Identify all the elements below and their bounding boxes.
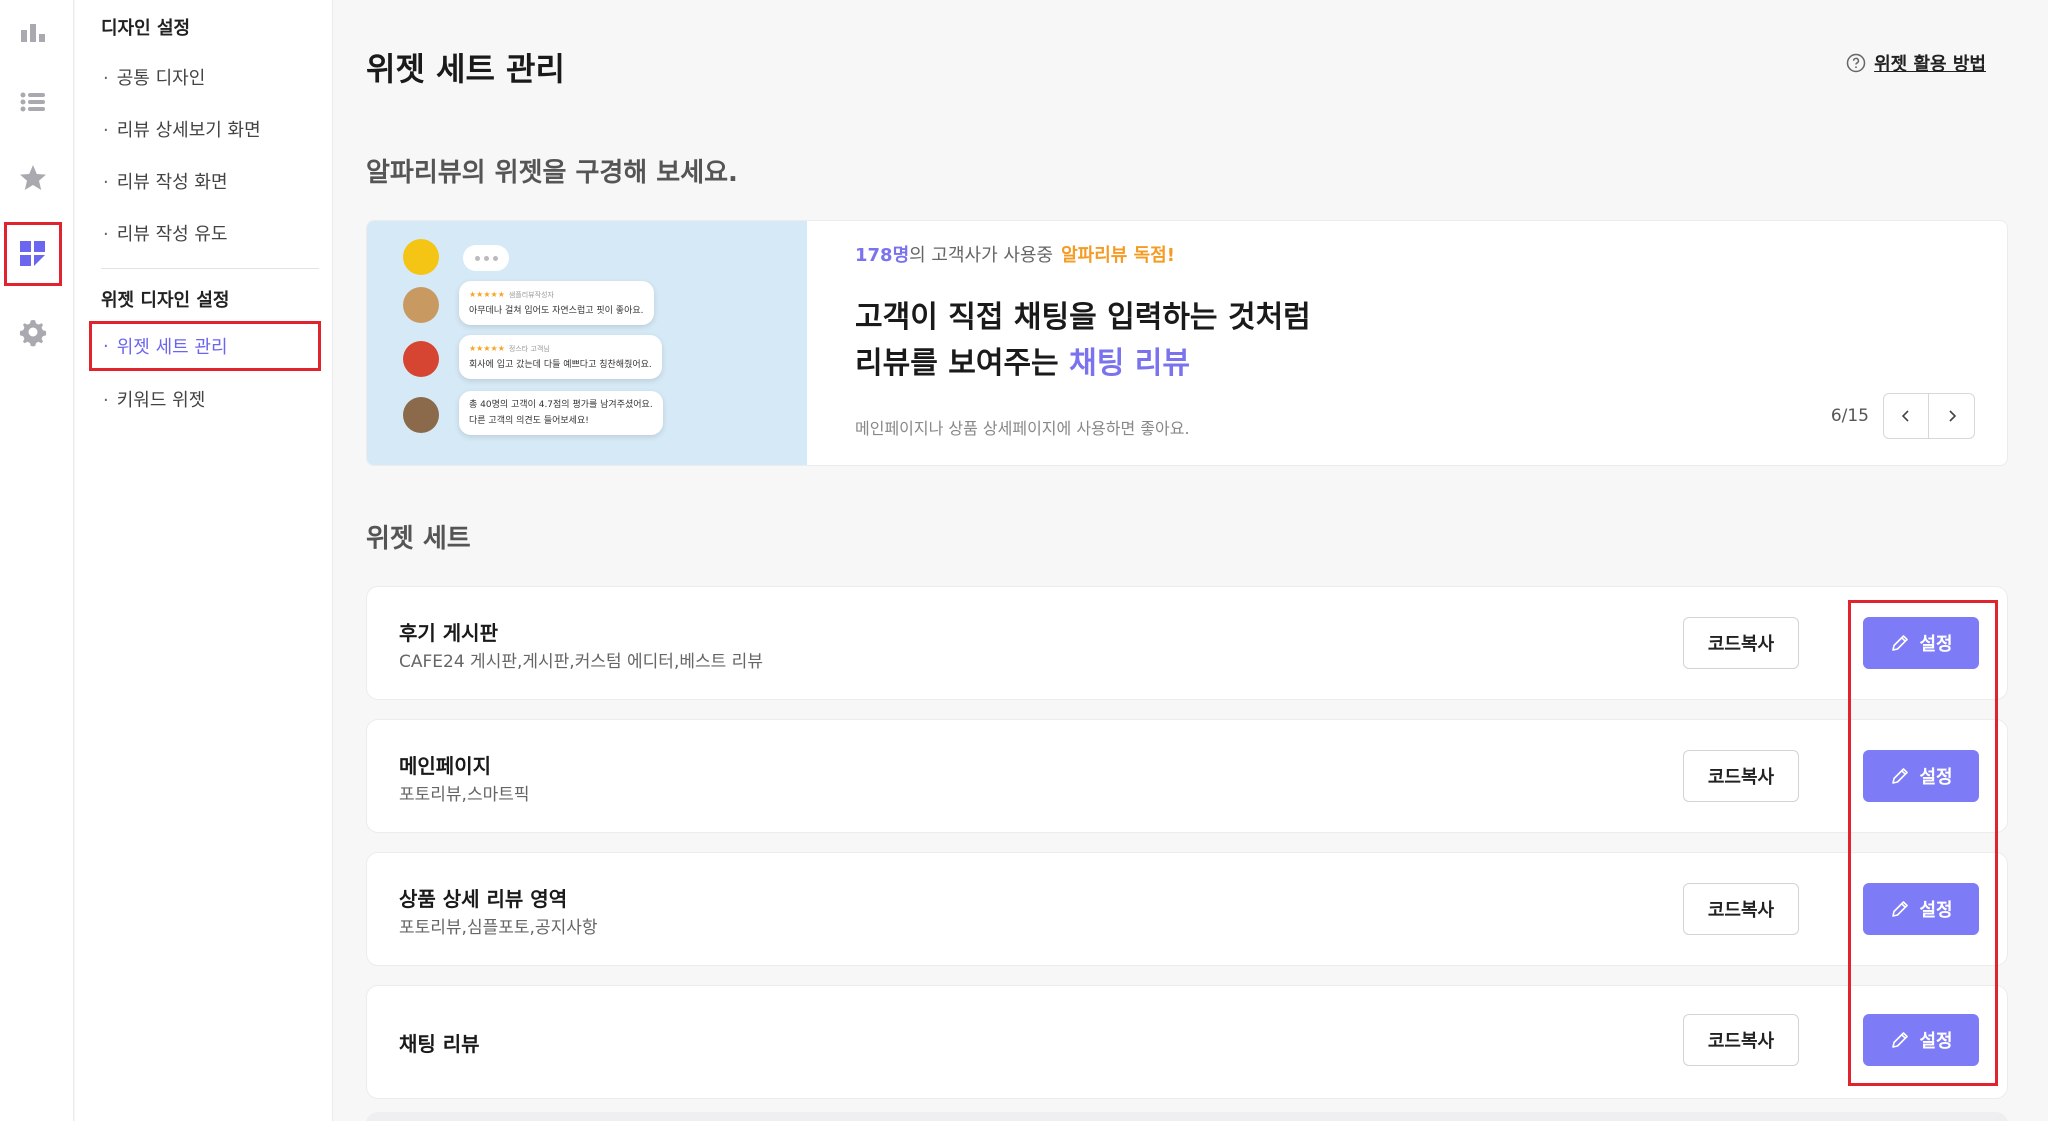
rail-item-settings[interactable] [4,300,62,364]
showcase-heading: 알파리뷰의 위젯을 구경해 보세요. [366,158,738,188]
list-icon [20,92,45,112]
menu-item-common-design[interactable]: · 공통 디자인 [103,64,205,90]
typing-indicator [463,245,509,271]
chat-review-preview-image: ★★★★★ 샘플리뷰작성자 아무데나 걸쳐 입어도 자연스럽고 핏이 좋아요. ★… [367,221,807,465]
banner-pager: 6/15 [1831,393,1975,439]
settings-buttons-highlight [1848,600,1998,1086]
banner-text: 178명의 고객사가 사용중 알파리뷰 독점! 고객이 직접 채팅을 입력하는 것… [855,241,1311,387]
chevron-right-icon [1948,410,1956,422]
widget-card-subtitle: CAFE24 게시판,게시판,커스텀 에디터,베스트 리뷰 [399,652,763,672]
rail-item-dashboard[interactable] [4,0,62,64]
gear-icon [19,320,47,347]
menu-item-keyword-widget[interactable]: · 키워드 위젯 [103,386,205,412]
chevron-left-icon [1901,410,1909,422]
widget-card-subtitle: 포토리뷰,심플포토,공지사항 [399,918,598,938]
copy-code-button[interactable]: 코드복사 [1683,617,1799,669]
main-content: 위젯 세트 관리 위젯 활용 방법 알파리뷰의 위젯을 구경해 보세요. ★★★… [334,0,2048,1121]
widget-card-product-detail: 상품 상세 리뷰 영역 포토리뷰,심플포토,공지사항 코드복사 설정 [366,852,2008,966]
page-title: 위젯 세트 관리 [366,50,565,88]
banner-headline: 고객이 직접 채팅을 입력하는 것처럼 리뷰를 보여주는 채팅 리뷰 [855,300,1311,381]
copy-code-button[interactable]: 코드복사 [1683,883,1799,935]
pager-prev-button[interactable] [1883,393,1929,439]
widget-card-title: 메인페이지 [399,754,491,778]
widget-card-title: 채팅 리뷰 [399,1032,480,1056]
banner-stat: 178명의 고객사가 사용중 알파리뷰 독점! [855,245,1175,266]
widget-card-title: 후기 게시판 [399,621,498,645]
menu-item-widget-set[interactable]: · 위젯 세트 관리 [89,321,321,371]
widget-grid-icon [20,241,45,266]
icon-rail [0,0,74,1121]
avatar [403,287,439,323]
copy-code-button[interactable]: 코드복사 [1683,750,1799,802]
widget-card-subtitle: 포토리뷰,스마트픽 [399,785,530,805]
pager-count: 6/15 [1830,406,1869,426]
avatar [403,239,439,275]
rail-item-ratings[interactable] [4,146,62,210]
rail-item-widgets[interactable] [4,222,62,286]
avatar [403,341,439,377]
menu-divider [101,268,319,269]
menu-item-review-write[interactable]: · 리뷰 작성 화면 [103,168,228,194]
banner-caption: 메인페이지나 상품 상세페이지에 사용하면 좋아요. [855,419,1190,438]
help-link-label: 위젯 활용 방법 [1874,54,1986,75]
menu-item-review-detail[interactable]: · 리뷰 상세보기 화면 [103,116,261,142]
widget-card-partial [366,1112,2008,1121]
pager-next-button[interactable] [1929,393,1975,439]
chat-bubble: ★★★★★ 정스타 고객님 회사에 입고 갔는데 다들 예쁘다고 칭찬해줬어요. [459,335,662,379]
rail-item-reviews-list[interactable] [4,70,62,134]
copy-code-button[interactable]: 코드복사 [1683,1014,1799,1066]
bar-chart-icon [21,24,45,42]
widget-card-title: 상품 상세 리뷰 영역 [399,887,568,911]
chat-bubble: 총 40명의 고객이 4.7점의 평가를 남겨주셨어요. 다른 고객의 의견도 … [459,391,663,435]
menu-group-title-widget: 위젯 디자인 설정 [101,290,230,311]
star-icon [20,165,46,190]
menu-group-title-design: 디자인 설정 [101,18,191,39]
avatar [403,397,439,433]
question-circle-icon [1846,53,1866,73]
widget-card-chat-review: 채팅 리뷰 코드복사 설정 [366,985,2008,1099]
widget-card-board: 후기 게시판 CAFE24 게시판,게시판,커스텀 에디터,베스트 리뷰 코드복… [366,586,2008,700]
widget-set-heading: 위젯 세트 [366,524,471,554]
menu-item-review-induce[interactable]: · 리뷰 작성 유도 [103,220,228,246]
chat-bubble: ★★★★★ 샘플리뷰작성자 아무데나 걸쳐 입어도 자연스럽고 핏이 좋아요. [459,281,654,325]
submenu: 디자인 설정 · 공통 디자인 · 리뷰 상세보기 화면 · 리뷰 작성 화면 · 리뷰… [75,0,333,1121]
help-link[interactable]: 위젯 활용 방법 [1846,50,1986,76]
widget-card-main-page: 메인페이지 포토리뷰,스마트픽 코드복사 설정 [366,719,2008,833]
showcase-banner: ★★★★★ 샘플리뷰작성자 아무데나 걸쳐 입어도 자연스럽고 핏이 좋아요. ★… [366,220,2008,466]
